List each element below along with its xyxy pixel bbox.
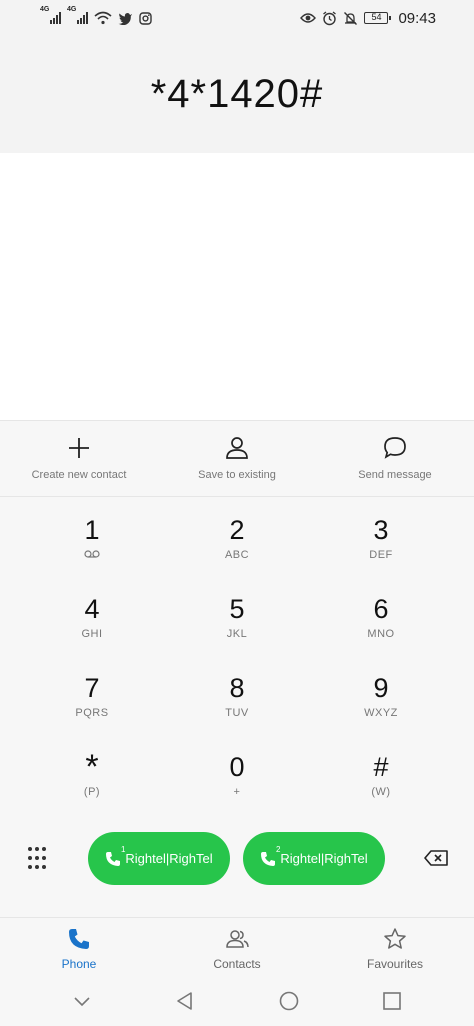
message-icon: [384, 437, 406, 459]
key-2[interactable]: 2 ABC: [177, 497, 297, 567]
mute-icon: [344, 11, 358, 25]
twitter-icon: [118, 12, 132, 25]
key-letters: ABC: [224, 549, 250, 561]
key-digit: 0: [229, 752, 245, 782]
key-letters: TUV: [225, 707, 249, 719]
sim-number: 1: [120, 844, 126, 854]
plus-icon: [69, 438, 89, 458]
tab-label: Phone: [61, 957, 97, 971]
chevron-down-icon[interactable]: [71, 990, 93, 1012]
call-row: 1 Rightel|RighTel 2 Rightel|RighTel: [0, 832, 474, 886]
send-message-button[interactable]: Send message: [316, 421, 474, 496]
key-digit: 8: [229, 673, 245, 703]
tab-label: Contacts: [213, 957, 261, 971]
carrier-label: Rightel|RighTel: [280, 851, 368, 866]
key-star[interactable]: * (P): [32, 734, 152, 804]
instagram-icon: [139, 11, 152, 25]
contacts-icon: [226, 930, 249, 948]
key-7[interactable]: 7 PQRS: [32, 655, 152, 725]
key-letters: GHI: [81, 628, 103, 640]
key-letters: JKL: [226, 628, 248, 640]
back-icon[interactable]: [174, 990, 196, 1012]
create-new-contact-button[interactable]: Create new contact: [0, 421, 158, 496]
status-right: 54 09:43: [300, 10, 436, 27]
tab-phone[interactable]: Phone: [0, 918, 158, 975]
signal-icon: 4G: [67, 6, 88, 24]
status-bar: 4G 4G 54 09:43: [0, 0, 474, 36]
key-letters: WXYZ: [364, 707, 398, 719]
key-hash[interactable]: # (W): [321, 734, 441, 804]
key-digit: 4: [84, 594, 100, 624]
key-digit: *: [85, 748, 99, 786]
key-letters: DEF: [369, 549, 393, 561]
key-8[interactable]: 8 TUV: [177, 655, 297, 725]
star-icon: [384, 928, 406, 949]
key-6[interactable]: 6 MNO: [321, 576, 441, 646]
dialpad-toggle-icon[interactable]: [28, 847, 48, 871]
clock: 09:43: [398, 9, 436, 27]
action-label: Create new contact: [31, 469, 127, 481]
alarm-icon: [323, 10, 337, 25]
key-digit: 2: [229, 515, 245, 545]
key-digit: #: [373, 752, 389, 782]
phone-icon: 2: [260, 845, 280, 867]
system-nav-bar: [0, 975, 474, 1026]
tab-contacts[interactable]: Contacts: [158, 918, 316, 975]
backspace-icon[interactable]: [424, 850, 448, 866]
network-type-label: 4G: [67, 6, 77, 13]
action-label: Save to existing: [198, 469, 276, 481]
home-icon[interactable]: [278, 990, 300, 1012]
wifi-icon: [94, 11, 112, 25]
voicemail-icon: [84, 550, 100, 558]
call-sim2-button[interactable]: 2 Rightel|RighTel: [243, 832, 385, 885]
network-type-label: 4G: [40, 6, 50, 13]
bottom-tab-bar: Phone Contacts Favourites: [0, 917, 474, 975]
person-icon: [226, 437, 248, 459]
call-sim1-button[interactable]: 1 Rightel|RighTel: [88, 832, 230, 885]
carrier-label: Rightel|RighTel: [125, 851, 213, 866]
phone-icon: [69, 929, 89, 949]
key-3[interactable]: 3 DEF: [321, 497, 441, 567]
key-digit: 5: [229, 594, 245, 624]
action-label: Send message: [358, 469, 432, 481]
key-digit: 1: [84, 515, 100, 545]
battery-level: 54: [371, 12, 382, 22]
battery-icon: 54: [364, 12, 392, 24]
key-digit: 6: [373, 594, 389, 624]
dialer-actions: Create new contact Save to existing Send…: [0, 420, 474, 497]
key-letters: PQRS: [75, 707, 109, 719]
key-letters: MNO: [367, 628, 395, 640]
key-letters: (P): [83, 786, 101, 798]
key-digit: 7: [84, 673, 100, 703]
key-letters: +: [233, 786, 241, 798]
status-left: 4G 4G: [40, 6, 152, 25]
key-digit: 9: [373, 673, 389, 703]
recents-icon[interactable]: [381, 990, 403, 1012]
key-0[interactable]: 0 +: [177, 734, 297, 804]
key-4[interactable]: 4 GHI: [32, 576, 152, 646]
key-5[interactable]: 5 JKL: [177, 576, 297, 646]
tab-favourites[interactable]: Favourites: [316, 918, 474, 975]
signal-icon: 4G: [40, 6, 61, 24]
tab-label: Favourites: [366, 957, 424, 971]
key-9[interactable]: 9 WXYZ: [321, 655, 441, 725]
key-letters: (W): [371, 786, 391, 798]
dialed-number-panel: *4*1420#: [0, 36, 474, 153]
phone-icon: 1: [105, 845, 125, 867]
save-to-existing-button[interactable]: Save to existing: [158, 421, 316, 496]
sim-number: 2: [275, 844, 281, 854]
eye-icon: [300, 13, 317, 23]
key-1[interactable]: 1: [32, 497, 152, 567]
dialed-number[interactable]: *4*1420#: [151, 72, 324, 117]
key-digit: 3: [373, 515, 389, 545]
